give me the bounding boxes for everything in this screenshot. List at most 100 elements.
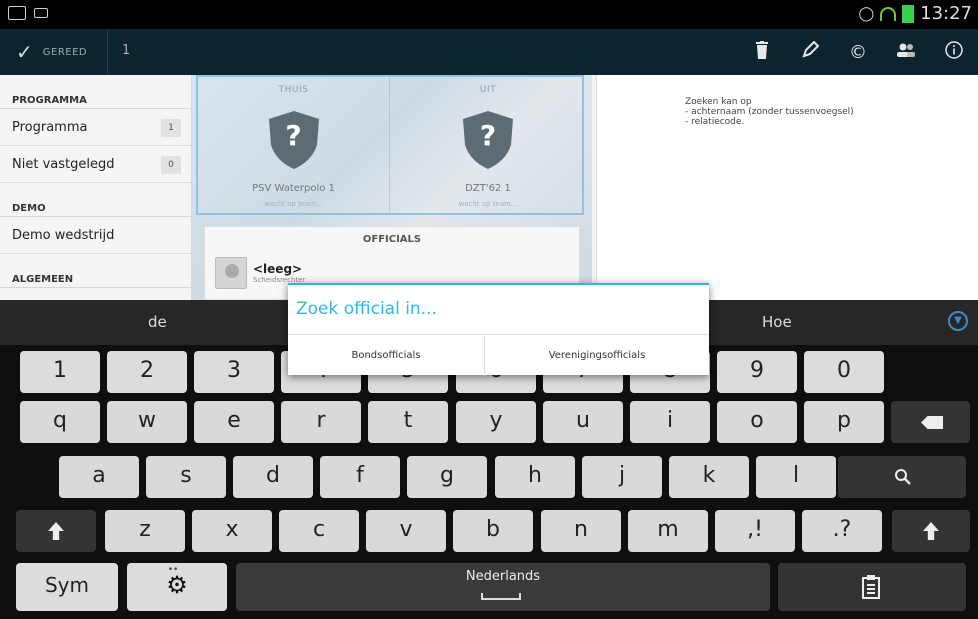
key-j[interactable]: j [582,456,662,498]
info-panel: Zoeken kan op - achternaam (zonder tusse… [596,75,978,300]
search-key[interactable] [838,456,966,498]
sidebar-item-demo-wedstrijd[interactable]: Demo wedstrijd [0,217,191,254]
shift-key[interactable] [16,510,96,552]
key-e[interactable]: e [194,401,274,443]
match-panel: THUIS ? PSV Waterpolo 1 wacht op team...… [192,75,592,300]
key-v[interactable]: v [366,510,446,552]
key-label: 3 [227,358,241,383]
sidebar-item-label: Demo wedstrijd [12,228,115,243]
key-label: j [618,463,626,488]
key-w[interactable]: w [107,401,187,443]
key-q[interactable]: q [20,401,100,443]
comma-key[interactable]: ,! [715,510,795,552]
key-u[interactable]: u [543,401,623,443]
key-a[interactable]: a [59,456,139,498]
clipboard-key[interactable] [778,563,966,611]
done-button[interactable]: ✓ GEREED [0,29,108,75]
sidebar-item-programma[interactable]: Programma 1 [0,109,191,146]
key-label: l [792,463,800,488]
mic-icon: •• [167,565,179,575]
key-t[interactable]: t [368,401,448,443]
key-9[interactable]: 9 [717,351,797,393]
pencil-icon[interactable] [786,40,834,64]
key-label: g [440,463,454,488]
key-label: w [138,408,156,433]
settings-key[interactable]: ⚙ •• [127,563,227,611]
sidebar-item-label: Programma [12,120,88,135]
count-badge: 1 [161,119,181,137]
key-label: i [666,408,674,433]
backspace-key[interactable] [891,401,970,443]
key-k[interactable]: k [669,456,749,498]
period-key[interactable]: .? [802,510,882,552]
backspace-icon [921,416,943,429]
verenigingsofficials-button[interactable]: Verenigingsofficials [485,336,709,376]
key-label: d [266,463,280,488]
key-label: c [312,517,326,542]
key-g[interactable]: g [407,456,487,498]
officials-title: OFFICIALS [362,234,422,245]
key-label: p [837,408,851,433]
away-team[interactable]: UIT ? DZT'62 1 wacht op team... [392,77,584,215]
key-b[interactable]: b [453,510,533,552]
key-i[interactable]: i [630,401,710,443]
key-s[interactable]: s [146,456,226,498]
sidebar-header-programma: PROGRAMMA [0,75,191,109]
shift-key-right[interactable] [892,510,970,552]
home-team[interactable]: THUIS ? PSV Waterpolo 1 wacht op team... [198,77,390,215]
key-label: Sym [44,573,89,597]
avatar [215,257,247,289]
home-label: THUIS [278,85,309,95]
space-key[interactable]: Nederlands [236,563,770,611]
key-label: 9 [750,358,764,383]
info-icon[interactable] [930,40,978,64]
key-f[interactable]: f [320,456,400,498]
key-h[interactable]: h [495,456,575,498]
eye-icon: ◯ [858,5,875,22]
key-label: o [750,408,764,433]
key-label: v [399,517,413,542]
key-2[interactable]: 2 [107,351,187,393]
users-icon[interactable] [882,42,930,63]
key-r[interactable]: r [281,401,361,443]
key-label: 1 [53,358,67,383]
suggestion-item[interactable]: Hoe [762,313,792,331]
key-1[interactable]: 1 [20,351,100,393]
copyright-icon[interactable]: © [834,42,882,63]
sym-key[interactable]: Sym [16,563,118,611]
key-label: q [53,408,67,433]
key-y[interactable]: y [456,401,536,443]
key-n[interactable]: n [541,510,621,552]
trash-icon[interactable] [738,40,786,64]
key-l[interactable]: l [756,456,836,498]
key-c[interactable]: c [279,510,359,552]
key-m[interactable]: m [628,510,708,552]
key-p[interactable]: p [804,401,884,443]
info-line: - relatiecode. [685,117,745,127]
key-label: 0 [837,358,851,383]
sidebar-item-niet-vastgelegd[interactable]: Niet vastgelegd 0 [0,146,191,183]
key-label: b [486,517,500,542]
key-label: 2 [140,358,154,383]
key-3[interactable]: 3 [194,351,274,393]
key-label: .? [832,517,852,542]
suggestion-item[interactable]: de [148,313,167,331]
key-label: k [702,463,716,488]
key-label: a [92,463,106,488]
info-line: - achternaam (zonder tussenvoegsel) [685,107,854,117]
key-x[interactable]: x [192,510,272,552]
key-label: r [316,408,326,433]
bondsofficials-button[interactable]: Bondsofficials [288,336,485,376]
space-bar-icon [481,593,521,600]
chevron-down-icon[interactable]: ▼ [948,311,968,331]
key-label: y [489,408,503,433]
key-0[interactable]: 0 [804,351,884,393]
key-o[interactable]: o [717,401,797,443]
key-z[interactable]: z [105,510,185,552]
key-d[interactable]: d [233,456,313,498]
away-team-name: DZT'62 1 [465,183,511,194]
sidebar-item-label: Niet vastgelegd [12,157,115,172]
key-label: x [225,517,239,542]
action-bar: ✓ GEREED 1 © [0,29,978,75]
soft-keyboard: 1234567890qwertyuiopasdfghjklzxcvbnm,!.?… [0,345,978,619]
